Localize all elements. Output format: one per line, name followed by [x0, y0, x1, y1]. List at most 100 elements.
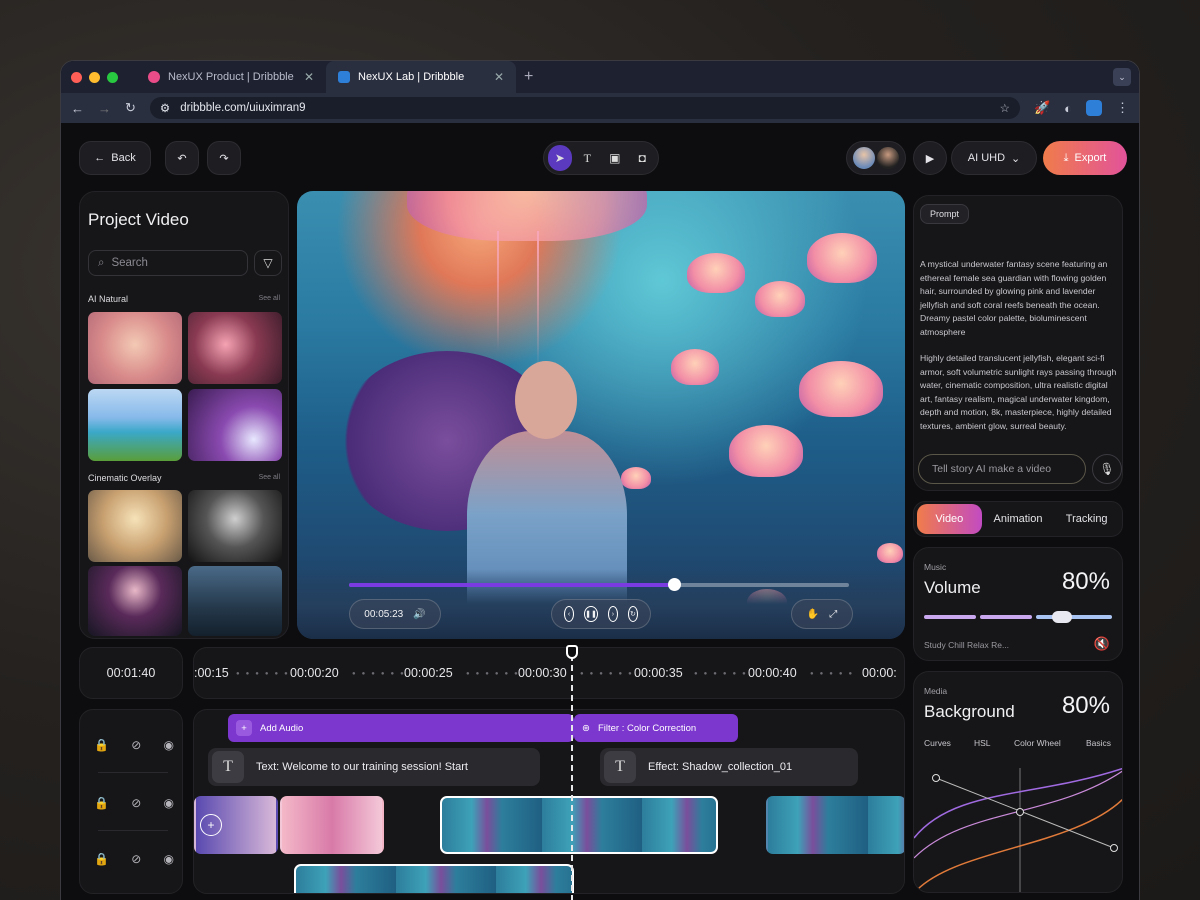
curve-point[interactable] — [1110, 844, 1118, 852]
see-all-link[interactable]: See all — [259, 295, 280, 302]
effect-clip[interactable]: T Effect: Shadow_collection_01 — [600, 748, 858, 786]
audio-clip[interactable]: + Add Audio — [228, 714, 574, 742]
video-preview[interactable]: 00:05:23 🔊 ‹ ❚❚ › ↻ ✋ ⤢ — [297, 191, 905, 639]
video-clip-selected[interactable] — [440, 796, 718, 854]
plus-icon: + — [236, 720, 252, 736]
video-clip[interactable] — [280, 796, 384, 854]
tab-close-icon[interactable]: ✕ — [494, 70, 504, 84]
eye-icon[interactable]: ◉ — [164, 738, 174, 752]
palette-icon[interactable]: ◐ — [1064, 101, 1072, 116]
search-input[interactable]: ⌕ Search — [88, 250, 248, 276]
menu-kebab-icon[interactable]: ⋮ — [1116, 100, 1129, 116]
curve-point[interactable] — [1016, 808, 1024, 816]
select-tool-icon[interactable]: ➤ — [548, 145, 572, 171]
new-tab-icon[interactable]: + — [524, 68, 533, 86]
scene-jellyfish — [671, 349, 719, 385]
next-icon[interactable]: › — [607, 606, 618, 622]
timeline-ruler[interactable]: :00:15 ●●●●●● 00:00:20 ●●●●●● 00:00:25 ●… — [193, 647, 905, 699]
preview-play-button[interactable]: ▶ — [913, 141, 947, 175]
video-clip-selected[interactable] — [294, 864, 574, 893]
browser-tab-lab[interactable]: NexUX Lab | Dribbble ✕ — [326, 61, 516, 93]
visibility-off-icon[interactable]: ⊘ — [131, 738, 141, 752]
tab-tracking[interactable]: Tracking — [1054, 504, 1119, 534]
close-window-button[interactable] — [71, 71, 82, 83]
lock-icon[interactable]: 🔒 — [94, 852, 109, 866]
thumbnail[interactable] — [188, 490, 282, 562]
background-title: Background — [924, 702, 1015, 721]
add-clip-icon[interactable]: + — [200, 814, 222, 836]
section-title: AI Natural — [88, 294, 129, 304]
thumbnail[interactable] — [188, 389, 282, 461]
time-volume-control: 00:05:23 🔊 — [349, 599, 441, 629]
back-arrow-icon[interactable]: ← — [71, 101, 84, 116]
tab-list-chevron-icon[interactable]: ⌄ — [1113, 68, 1131, 86]
video-progress-bar[interactable] — [349, 578, 849, 591]
rocket-icon[interactable]: 🚀 — [1034, 100, 1050, 116]
visibility-off-icon[interactable]: ⊘ — [131, 796, 141, 810]
browser-tab-product[interactable]: NexUX Product | Dribbble ✕ — [136, 61, 326, 93]
replay-icon[interactable]: ↻ — [627, 606, 639, 622]
thumbnail[interactable] — [88, 566, 182, 636]
tab-close-icon[interactable]: ✕ — [304, 70, 314, 84]
curve-point[interactable] — [932, 774, 940, 782]
mute-icon[interactable]: 🔇 — [1094, 636, 1110, 652]
video-progress-knob[interactable] — [668, 578, 681, 591]
pause-icon[interactable]: ❚❚ — [584, 606, 598, 622]
tab-basics[interactable]: Basics — [1086, 738, 1111, 748]
eye-icon[interactable]: ◉ — [164, 852, 174, 866]
filter-button[interactable]: ▽ — [254, 250, 282, 276]
image-tool-icon[interactable]: ▣ — [603, 145, 627, 171]
maximize-window-button[interactable] — [107, 71, 118, 83]
thumbnail[interactable] — [88, 312, 182, 384]
playhead-line — [571, 645, 573, 900]
curves-graph[interactable] — [914, 768, 1123, 893]
extension-icon[interactable] — [1086, 100, 1102, 116]
filter-clip[interactable]: ⊛ Filter : Color Correction — [574, 714, 738, 742]
tab-curves[interactable]: Curves — [924, 738, 951, 748]
minimize-window-button[interactable] — [89, 71, 100, 83]
text-tool-icon[interactable]: T — [576, 145, 600, 171]
thumbnail[interactable] — [188, 312, 282, 384]
scene-figure-face — [515, 361, 577, 439]
collaborators[interactable] — [846, 141, 906, 175]
story-input[interactable]: Tell story AI make a video — [918, 454, 1086, 484]
volume-icon[interactable]: 🔊 — [413, 609, 425, 620]
back-button[interactable]: ← Back — [79, 141, 151, 175]
thumbnail[interactable] — [88, 490, 182, 562]
site-settings-icon[interactable]: ⚙ — [160, 101, 170, 115]
eye-icon[interactable]: ◉ — [164, 796, 174, 810]
tab-hsl[interactable]: HSL — [974, 738, 991, 748]
lock-icon[interactable]: 🔒 — [94, 738, 109, 752]
previous-icon[interactable]: ‹ — [564, 606, 575, 622]
video-clip[interactable] — [766, 796, 904, 854]
playhead-handle[interactable] — [566, 645, 578, 659]
see-all-link[interactable]: See all — [259, 474, 280, 481]
thumbnail[interactable] — [88, 389, 182, 461]
visibility-off-icon[interactable]: ⊘ — [131, 852, 141, 866]
text-clip[interactable]: T Text: Welcome to our training session!… — [208, 748, 540, 786]
volume-segment[interactable] — [1036, 615, 1112, 619]
quality-select[interactable]: AI UHD ⌄ — [951, 141, 1037, 175]
microphone-button[interactable]: 🎙 — [1092, 454, 1122, 484]
tab-animation[interactable]: Animation — [986, 504, 1051, 534]
address-field[interactable]: ⚙ dribbble.com/uiuximran9 ☆ — [149, 97, 1020, 119]
tab-video[interactable]: Video — [917, 504, 982, 534]
bookmark-star-icon[interactable]: ☆ — [1000, 101, 1010, 115]
volume-segment[interactable] — [924, 615, 976, 619]
ruler-dots: ●●●●●● — [466, 671, 524, 677]
volume-segment[interactable] — [980, 615, 1032, 619]
lock-icon[interactable]: 🔒 — [94, 796, 109, 810]
undo-button[interactable]: ↶ — [165, 141, 199, 175]
fullscreen-icon[interactable]: ⤢ — [829, 609, 837, 620]
scene-jellyfish — [407, 191, 647, 241]
forward-arrow-icon[interactable]: → — [98, 101, 111, 116]
media-tool-icon[interactable]: ◘ — [631, 145, 655, 171]
hand-icon[interactable]: ✋ — [807, 609, 819, 620]
thumbnail[interactable] — [188, 566, 282, 636]
tab-color-wheel[interactable]: Color Wheel — [1014, 738, 1061, 748]
search-icon: ⌕ — [98, 256, 105, 269]
redo-button[interactable]: ↷ — [207, 141, 241, 175]
volume-slider-handle[interactable] — [1052, 611, 1072, 623]
reload-icon[interactable]: ↻ — [125, 100, 136, 116]
export-button[interactable]: ⤓ Export — [1043, 141, 1127, 175]
